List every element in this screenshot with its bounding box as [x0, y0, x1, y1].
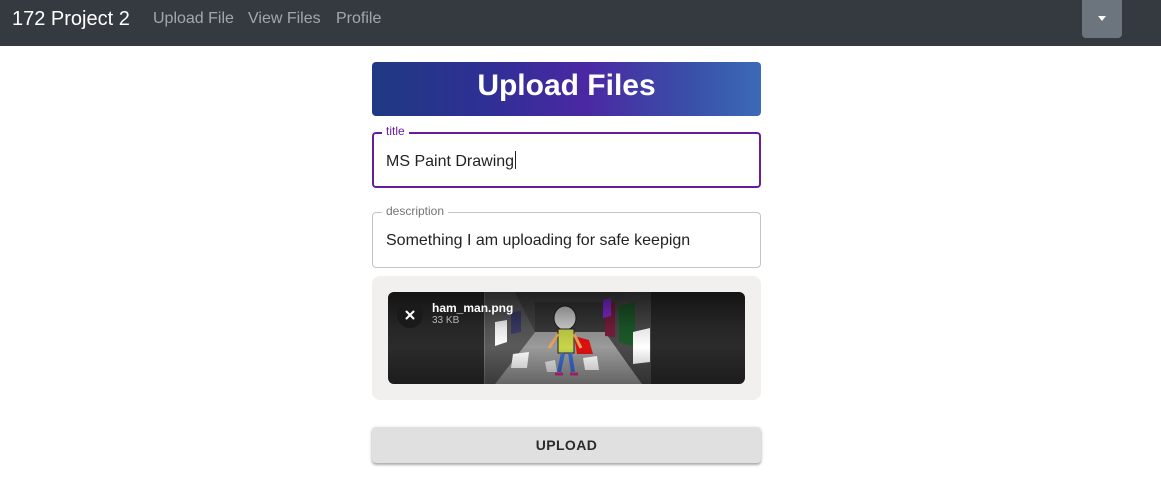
file-name: ham_man.png: [432, 301, 514, 315]
caret-down-icon: [1098, 16, 1106, 21]
nav-profile[interactable]: Profile: [336, 10, 381, 28]
dropdown-toggle-button[interactable]: [1082, 0, 1122, 38]
upload-files-banner: Upload Files: [372, 62, 761, 116]
file-dropzone[interactable]: ham_man.png 33 KB: [372, 276, 761, 400]
nav-view-files[interactable]: View Files: [248, 10, 321, 28]
close-icon: [405, 310, 415, 320]
brand-link[interactable]: 172 Project 2: [12, 7, 130, 31]
file-item: ham_man.png 33 KB: [388, 292, 745, 384]
title-field-label: title: [382, 124, 409, 138]
description-field[interactable]: description Something I am uploading for…: [372, 204, 761, 268]
file-size: 33 KB: [432, 315, 460, 326]
title-field-value[interactable]: MS Paint Drawing: [386, 151, 517, 172]
description-field-label: description: [382, 204, 449, 218]
upload-button-label: UPLOAD: [535, 437, 598, 453]
title-field[interactable]: title MS Paint Drawing: [372, 124, 761, 188]
remove-file-button[interactable]: [397, 302, 423, 328]
navbar: 172 Project 2 Upload File View Files Pro…: [0, 0, 1161, 46]
text-cursor: [515, 151, 517, 169]
page-title: Upload Files: [477, 69, 656, 102]
description-field-value[interactable]: Something I am uploading for safe keepig…: [386, 231, 690, 251]
nav-upload-file[interactable]: Upload File: [153, 10, 234, 28]
upload-button[interactable]: UPLOAD: [372, 427, 761, 463]
